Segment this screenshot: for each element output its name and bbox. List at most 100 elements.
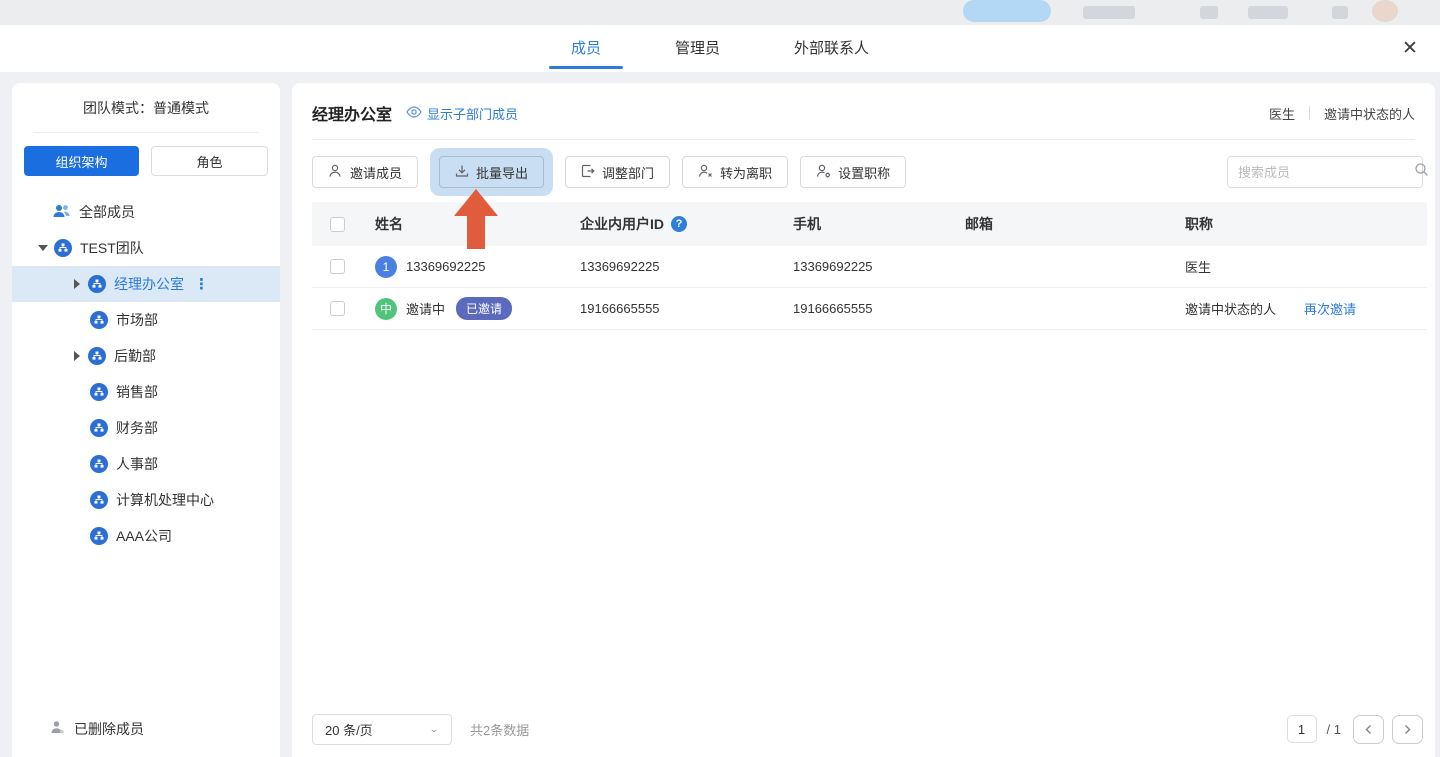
re-invite-link[interactable]: 再次邀请 (1304, 299, 1356, 318)
tab-external-contacts[interactable]: 外部联系人 (790, 27, 873, 72)
move-out-icon (581, 164, 595, 181)
col-name: 姓名 (362, 214, 580, 234)
member-title: 邀请中状态的人 (1185, 299, 1276, 318)
tab-members[interactable]: 成员 (567, 27, 605, 72)
member-table: 姓名 企业内用户ID ? 手机 邮箱 职称 1 13369692225 13 (312, 202, 1427, 330)
chevron-right-icon[interactable] (70, 279, 84, 289)
filter-inviting-status[interactable]: 邀请中状态的人 (1324, 104, 1415, 123)
tree-item-finance[interactable]: 财务部 (12, 410, 280, 446)
export-highlight: 批量导出 (430, 148, 553, 196)
tree-item-label: 人事部 (116, 454, 158, 474)
set-resigned-button[interactable]: 转为离职 (682, 156, 788, 188)
member-name: 邀请中 (406, 299, 445, 318)
person-gear-icon (816, 164, 831, 181)
invite-member-button[interactable]: 邀请成员 (312, 156, 418, 188)
tree-item-hr[interactable]: 人事部 (12, 446, 280, 482)
member-user-id: 19166665555 (580, 301, 793, 316)
select-all-checkbox[interactable] (330, 217, 345, 232)
tree-item-label: 后勤部 (114, 346, 156, 366)
set-resigned-label: 转为离职 (720, 163, 772, 182)
row-checkbox[interactable] (330, 301, 345, 316)
more-menu-icon[interactable]: ⋮ (194, 275, 209, 293)
total-count-label: 共2条数据 (470, 720, 529, 739)
background-icon (1083, 6, 1135, 19)
background-app-bar (0, 0, 1440, 25)
deleted-members-item[interactable]: 已删除成员 (12, 719, 144, 739)
background-avatar (1372, 0, 1398, 22)
group-icon (52, 203, 71, 222)
org-tree: 全部成员 TEST团队 经理办公室 (12, 194, 280, 554)
pagination: / 1 (1287, 715, 1423, 744)
table-footer: 20 条/页 ⌄ 共2条数据 / 1 (312, 713, 1423, 745)
filter-doctor[interactable]: 医生 (1269, 104, 1295, 123)
person-x-icon (698, 164, 713, 181)
org-structure-button[interactable]: 组织架构 (24, 146, 139, 176)
roles-button[interactable]: 角色 (151, 146, 268, 176)
batch-export-label: 批量导出 (476, 163, 528, 182)
download-icon (455, 164, 469, 181)
toolbar: 邀请成员 批量导出 调整部门 (292, 140, 1435, 188)
next-page-button[interactable] (1392, 715, 1423, 744)
set-title-label: 设置职称 (838, 163, 890, 182)
avatar: 中 (375, 298, 397, 320)
col-user-id: 企业内用户ID ? (580, 214, 793, 234)
tree-item-all-members[interactable]: 全部成员 (12, 194, 280, 230)
tab-bar: 成员 管理员 外部联系人 (567, 27, 873, 72)
invite-member-label: 邀请成员 (350, 163, 402, 182)
help-question-icon[interactable]: ? (671, 216, 687, 232)
table-row: 中 邀请中 已邀请 19166665555 19166665555 邀请中状态的… (312, 288, 1427, 330)
department-icon (90, 455, 108, 473)
tree-item-manager-office[interactable]: 经理办公室 ⋮ (12, 266, 280, 302)
tab-admins[interactable]: 管理员 (671, 27, 724, 72)
chevron-down-icon: ⌄ (429, 723, 439, 734)
row-checkbox[interactable] (330, 259, 345, 274)
col-phone: 手机 (793, 214, 965, 234)
page-size-select[interactable]: 20 条/页 ⌄ (312, 714, 452, 745)
chevron-right-icon[interactable] (70, 351, 84, 361)
member-name: 13369692225 (406, 259, 486, 274)
total-pages-label: / 1 (1327, 722, 1341, 737)
page-number-input[interactable] (1287, 715, 1317, 743)
show-subdepartment-link[interactable]: 显示子部门成员 (406, 104, 518, 123)
avatar: 1 (375, 256, 397, 278)
tree-item-test-team[interactable]: TEST团队 (12, 230, 280, 266)
close-icon[interactable]: ✕ (1398, 37, 1422, 61)
table-header: 姓名 企业内用户ID ? 手机 邮箱 职称 (312, 202, 1427, 246)
search-input[interactable] (1238, 165, 1414, 180)
member-phone: 13369692225 (793, 259, 965, 274)
department-icon (88, 347, 106, 365)
department-icon (88, 275, 106, 293)
tree-item-label: 市场部 (116, 310, 158, 330)
member-title: 医生 (1185, 257, 1211, 276)
department-icon (90, 419, 108, 437)
team-mode-label: 团队模式：普通模式 (12, 83, 280, 118)
eye-icon (406, 106, 422, 121)
col-title: 职称 (1185, 214, 1427, 234)
tree-item-label: 计算机处理中心 (116, 490, 214, 510)
member-list-panel: 经理办公室 显示子部门成员 医生 邀请中状态的人 (292, 83, 1435, 757)
tree-item-computer-center[interactable]: 计算机处理中心 (12, 482, 280, 518)
chevron-down-icon[interactable] (36, 245, 50, 251)
page-size-value: 20 条/页 (325, 720, 373, 739)
deleted-members-label: 已删除成员 (74, 719, 144, 739)
tree-item-label: TEST团队 (80, 238, 144, 258)
tree-item-logistics[interactable]: 后勤部 (12, 338, 280, 374)
col-email: 邮箱 (965, 214, 1185, 234)
tree-item-label: 财务部 (116, 418, 158, 438)
adjust-department-label: 调整部门 (602, 163, 654, 182)
person-removed-icon (50, 720, 65, 738)
tree-item-aaa-company[interactable]: AAA公司 (12, 518, 280, 554)
background-icon (1200, 6, 1218, 19)
tree-item-marketing[interactable]: 市场部 (12, 302, 280, 338)
prev-page-button[interactable] (1353, 715, 1384, 744)
department-icon (90, 527, 108, 545)
divider (1309, 106, 1310, 120)
member-user-id: 13369692225 (580, 259, 793, 274)
adjust-department-button[interactable]: 调整部门 (565, 156, 670, 188)
dialog-header: 成员 管理员 外部联系人 ✕ (0, 25, 1440, 72)
set-title-button[interactable]: 设置职称 (800, 156, 906, 188)
tree-item-sales[interactable]: 销售部 (12, 374, 280, 410)
member-management-dialog: 成员 管理员 外部联系人 ✕ 团队模式：普通模式 组织架构 角色 全部成员 (0, 25, 1440, 757)
batch-export-button[interactable]: 批量导出 (439, 156, 544, 188)
tree-item-label: 全部成员 (79, 202, 135, 222)
